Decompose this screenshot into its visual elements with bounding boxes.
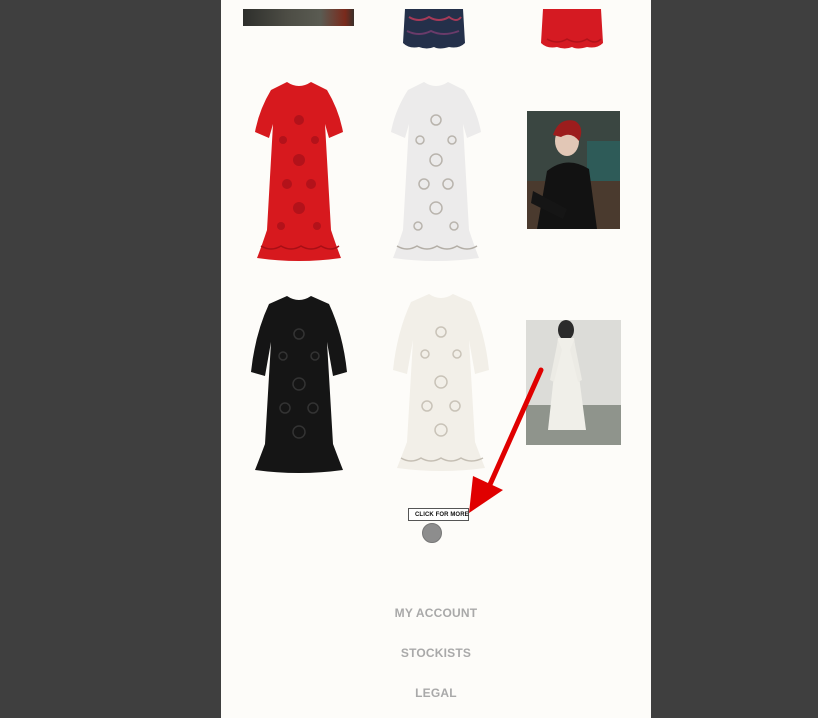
footer-link-legal[interactable]: LEGAL bbox=[221, 686, 651, 700]
product-dress-ivory[interactable] bbox=[391, 292, 491, 472]
loading-spinner-dot bbox=[422, 523, 442, 543]
product-grid-page: CLICK FOR MORE MY ACCOUNT STOCKISTS LEGA… bbox=[221, 0, 651, 718]
footer-link-stockists[interactable]: STOCKISTS bbox=[221, 646, 651, 660]
product-dress-red[interactable] bbox=[253, 80, 345, 262]
product-dress-white[interactable] bbox=[389, 80, 483, 262]
editorial-photo-red-hair-model[interactable] bbox=[527, 111, 620, 229]
click-for-more-button[interactable]: CLICK FOR MORE bbox=[408, 508, 469, 521]
editorial-photo-white-dress-model[interactable] bbox=[526, 320, 621, 445]
product-photo-top-left[interactable] bbox=[243, 9, 354, 26]
product-dress-top-right[interactable] bbox=[539, 9, 605, 49]
product-dress-top-middle[interactable] bbox=[399, 9, 469, 49]
product-dress-black[interactable] bbox=[249, 294, 349, 474]
footer-link-my-account[interactable]: MY ACCOUNT bbox=[221, 606, 651, 620]
